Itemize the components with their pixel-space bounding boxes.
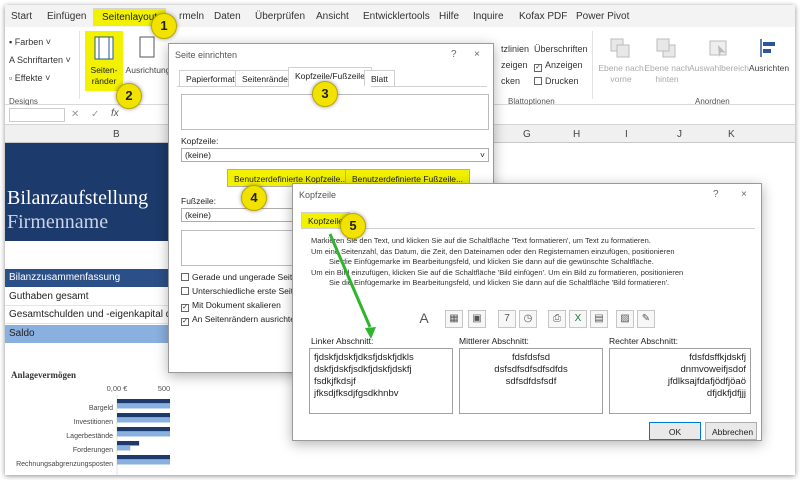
- step-badge-2: 2: [116, 83, 142, 109]
- annotation-arrow: [328, 233, 376, 339]
- step-badge-3: 3: [312, 81, 338, 107]
- excel-window: Start Einfügen Seitenlayout rmeln Daten …: [5, 5, 795, 475]
- step-badge-4: 4: [241, 185, 267, 211]
- step-badge-5: 5: [340, 213, 366, 239]
- step-badge-1: 1: [151, 13, 177, 39]
